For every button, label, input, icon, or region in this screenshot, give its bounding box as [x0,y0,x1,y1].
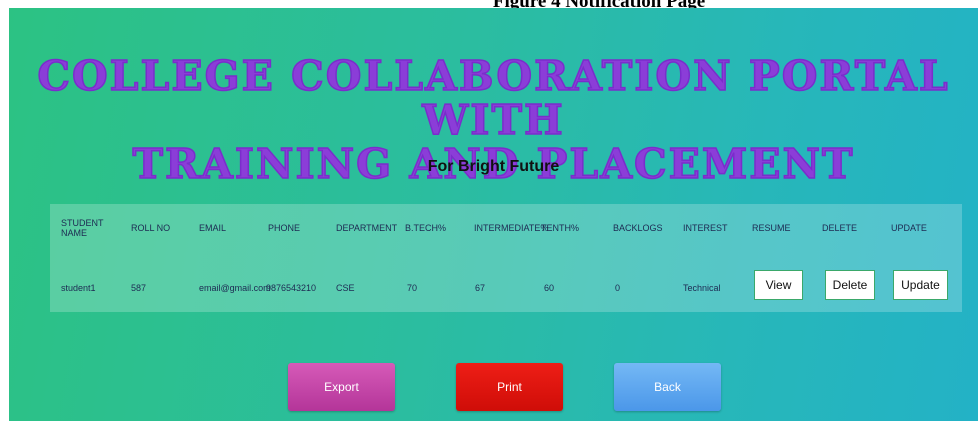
cell-btech: 70 [407,283,418,293]
column-header-interest: INTEREST [683,223,728,233]
page-subtitle: For Bright Future [427,158,560,175]
students-table: STUDENT NAME ROLL NO EMAIL PHONE DEPARTM… [50,204,962,312]
cell-interest: Technical [683,283,721,293]
print-button[interactable]: Print [456,363,563,411]
cell-department: CSE [336,283,355,293]
column-header-delete: DELETE [822,223,858,233]
column-header-student-name: STUDENT NAME [61,218,104,238]
column-header-resume: RESUME [752,223,791,233]
column-header-email: EMAIL [199,223,227,233]
view-resume-button[interactable]: View [754,270,803,300]
back-button[interactable]: Back [614,363,721,411]
update-button[interactable]: Update [893,270,948,300]
column-header-btech: B.TECH% [405,223,447,233]
column-header-department: DEPARTMENT [336,223,398,233]
column-header-backlogs: BACKLOGS [613,223,663,233]
column-header-roll-no: ROLL NO [131,223,171,233]
column-header-intermediate: INTERMEDIATE% [474,223,549,233]
cell-intermediate: 67 [475,283,486,293]
delete-button[interactable]: Delete [825,270,875,300]
title-line-1: COLLEGE COLLABORATION PORTAL WITH [37,52,950,144]
cell-phone: 9876543210 [266,283,317,293]
cell-tenth: 60 [544,283,555,293]
portal-page: COLLEGE COLLABORATION PORTAL WITH TRAINI… [9,8,978,421]
column-header-update: UPDATE [891,223,927,233]
column-header-phone: PHONE [268,223,301,233]
export-button[interactable]: Export [288,363,395,411]
cell-student-name: student1 [61,283,96,293]
cell-backlogs: 0 [615,283,621,293]
cell-email: email@gmail.com [199,283,271,293]
cell-roll-no: 587 [131,283,147,293]
column-header-tenth: TENTH% [541,223,579,233]
